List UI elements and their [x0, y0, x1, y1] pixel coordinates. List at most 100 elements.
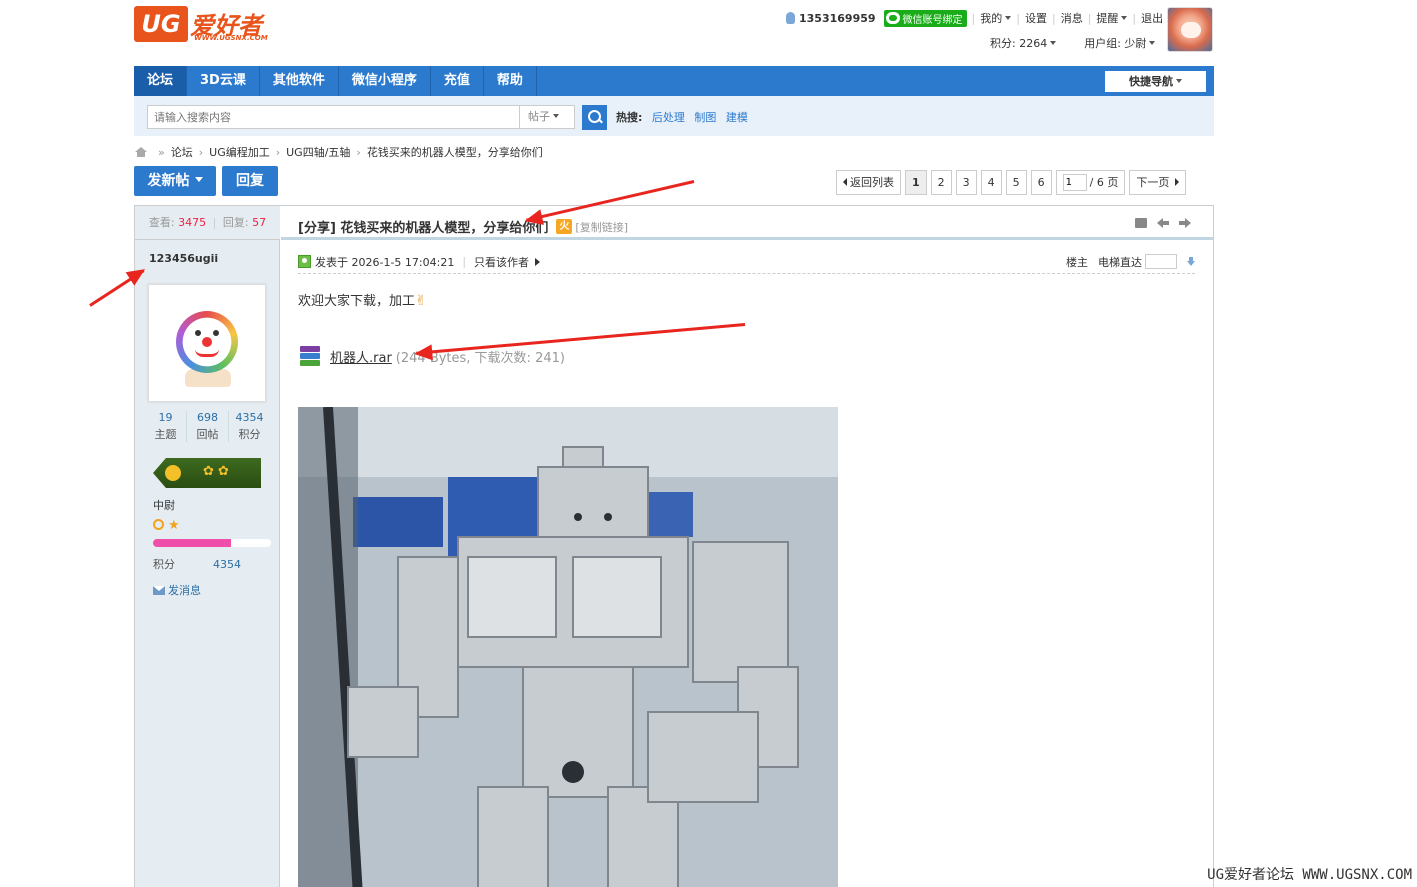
settings-link[interactable]: 设置 [1025, 10, 1047, 26]
post-text: 欢迎大家下载，加工 [298, 294, 416, 309]
author-replies[interactable]: 698 回帖 [187, 411, 229, 442]
nav-3d-course[interactable]: 3D云课 [187, 66, 260, 96]
hot-link-modeling[interactable]: 建模 [726, 111, 748, 124]
sun-icon [153, 519, 164, 530]
prev-thread-icon[interactable] [1157, 218, 1169, 228]
post-date: 发表于 2026-1-5 17:04:21 [315, 255, 455, 269]
nav-recharge[interactable]: 充值 [431, 66, 484, 96]
breadcrumb-4-5-axis[interactable]: UG四轴/五轴 [286, 144, 350, 160]
page-3[interactable]: 3 [955, 170, 977, 195]
nav-wechat-mini[interactable]: 微信小程序 [339, 66, 431, 96]
page-jump: / 6 页 [1055, 170, 1126, 195]
page-4[interactable]: 4 [980, 170, 1002, 195]
print-icon[interactable] [1135, 218, 1147, 228]
copy-link[interactable]: [复制链接] [575, 219, 628, 235]
pager: 返回列表 1 2 3 4 5 6 / 6 页 下一页 [836, 170, 1187, 195]
reply-button[interactable]: 回复 [222, 166, 278, 196]
post-title-bar: [分享] 花钱买来的机器人模型，分享给你们 火 [复制链接] [281, 206, 1213, 240]
author-avatar[interactable] [148, 284, 266, 402]
victory-hand-icon: ✌ [415, 293, 427, 309]
title-tools [1135, 218, 1191, 228]
score-value: 4354 [235, 411, 264, 424]
go-floor-icon[interactable] [1187, 257, 1195, 266]
page-total: / 6 页 [1089, 176, 1119, 189]
site-logo[interactable]: UG 爱好者 WWW.UGSNX.COM [134, 6, 284, 46]
post-title: [分享] 花钱买来的机器人模型，分享给你们 [298, 221, 549, 236]
author-rank: 中尉 [153, 499, 175, 512]
breadcrumb-ug-cam[interactable]: UG编程加工 [209, 144, 270, 160]
replies-count: 57 [252, 216, 267, 229]
post-meta: 发表于 2026-1-5 17:04:21 | 只看该作者 楼主 电梯直达 [298, 250, 1195, 274]
mail-icon [153, 585, 165, 595]
user-group-menu[interactable]: 用户组: 少尉 [1084, 35, 1155, 51]
author-score[interactable]: 4354 积分 [229, 411, 270, 442]
messages-link[interactable]: 消息 [1061, 10, 1083, 26]
threads-value: 19 [158, 411, 173, 424]
thread-container: 查看: 3475 | 回复: 57 123456ugii 19 主题 698 回… [134, 205, 1214, 887]
rank-stars: ★ [153, 518, 180, 533]
home-icon[interactable] [135, 147, 147, 157]
hot-icon: 火 [556, 219, 573, 234]
rank-progress [153, 539, 271, 547]
replies-value: 698 [197, 411, 218, 424]
search-type-select[interactable]: 帖子 [519, 105, 575, 129]
user-credits: 积分: 2264 用户组: 少尉 [990, 35, 1155, 51]
hot-link-postprocess[interactable]: 后处理 [652, 111, 685, 124]
score-menu[interactable]: 积分: 2264 [990, 35, 1056, 51]
hot-link-drawing[interactable]: 制图 [694, 111, 716, 124]
send-message-link[interactable]: 发消息 [153, 582, 201, 598]
quick-nav-button[interactable]: 快捷导航 [1105, 71, 1206, 92]
page-5[interactable]: 5 [1005, 170, 1027, 195]
next-page-button[interactable]: 下一页 [1129, 170, 1187, 195]
rank-medal-icon [153, 458, 261, 488]
my-menu[interactable]: 我的 [980, 10, 1011, 26]
send-message-label: 发消息 [168, 584, 201, 597]
replies-label-author: 回帖 [196, 428, 219, 441]
post-title-row: [分享] 花钱买来的机器人模型，分享给你们 火 [复制链接] [298, 217, 628, 236]
robot-photo[interactable] [298, 407, 838, 887]
author-score-row: 积分 4354 [153, 556, 241, 572]
elevator-input[interactable] [1145, 254, 1177, 269]
wechat-icon [885, 12, 900, 24]
online-status-icon [298, 255, 311, 268]
nav-help[interactable]: 帮助 [484, 66, 537, 96]
watermark: UG爱好者论坛 WWW.UGSNX.COM [1207, 867, 1412, 883]
search-input[interactable] [147, 105, 520, 129]
floor-label: 楼主 [1066, 255, 1088, 269]
back-to-list-button[interactable]: 返回列表 [836, 170, 901, 195]
user-bar: 1353169959 微信账号绑定 | 我的 | 设置 | 消息 | 提醒 | … [786, 9, 1163, 27]
breadcrumb-forum[interactable]: 论坛 [171, 144, 193, 160]
author-score-label: 积分 [153, 558, 175, 571]
qq-icon [786, 12, 795, 24]
new-post-button[interactable]: 发新帖 [134, 166, 216, 196]
breadcrumb-thread[interactable]: 花钱买来的机器人模型，分享给你们 [367, 144, 543, 160]
rank-progress-fill [153, 539, 231, 547]
nav-other-software[interactable]: 其他软件 [260, 66, 339, 96]
only-author-label: 只看该作者 [474, 255, 530, 269]
page-6[interactable]: 6 [1030, 170, 1052, 195]
star-icon: ★ [168, 518, 180, 533]
page-2[interactable]: 2 [930, 170, 952, 195]
wechat-bind-label: 微信账号绑定 [902, 14, 963, 26]
logout-link[interactable]: 退出 [1141, 10, 1163, 26]
author-counts: 19 主题 698 回帖 4354 积分 [145, 411, 270, 442]
reminders-menu[interactable]: 提醒 [1096, 10, 1127, 26]
author-name[interactable]: 123456ugii [149, 252, 218, 265]
author-threads[interactable]: 19 主题 [145, 411, 187, 442]
search-button[interactable] [582, 105, 607, 130]
main-nav: 论坛 3D云课 其他软件 微信小程序 充值 帮助 快捷导航 [134, 66, 1214, 96]
views-count: 3475 [178, 216, 207, 229]
hot-search-label: 热搜: [616, 111, 643, 124]
only-author-link[interactable]: 只看该作者 [474, 254, 541, 270]
wechat-bind-button[interactable]: 微信账号绑定 [883, 9, 967, 27]
replies-label: 回复: [222, 216, 249, 229]
nav-forum[interactable]: 论坛 [134, 66, 188, 96]
logo-mark: UG [134, 6, 188, 42]
user-avatar[interactable] [1167, 7, 1213, 52]
elevator-label: 电梯直达 [1098, 255, 1142, 269]
page-jump-input[interactable] [1062, 174, 1087, 191]
page-1[interactable]: 1 [905, 170, 927, 195]
next-thread-icon[interactable] [1179, 218, 1191, 228]
attachment-link[interactable]: 机器人.rar [330, 347, 392, 366]
user-id-link[interactable]: 1353169959 [799, 12, 876, 25]
